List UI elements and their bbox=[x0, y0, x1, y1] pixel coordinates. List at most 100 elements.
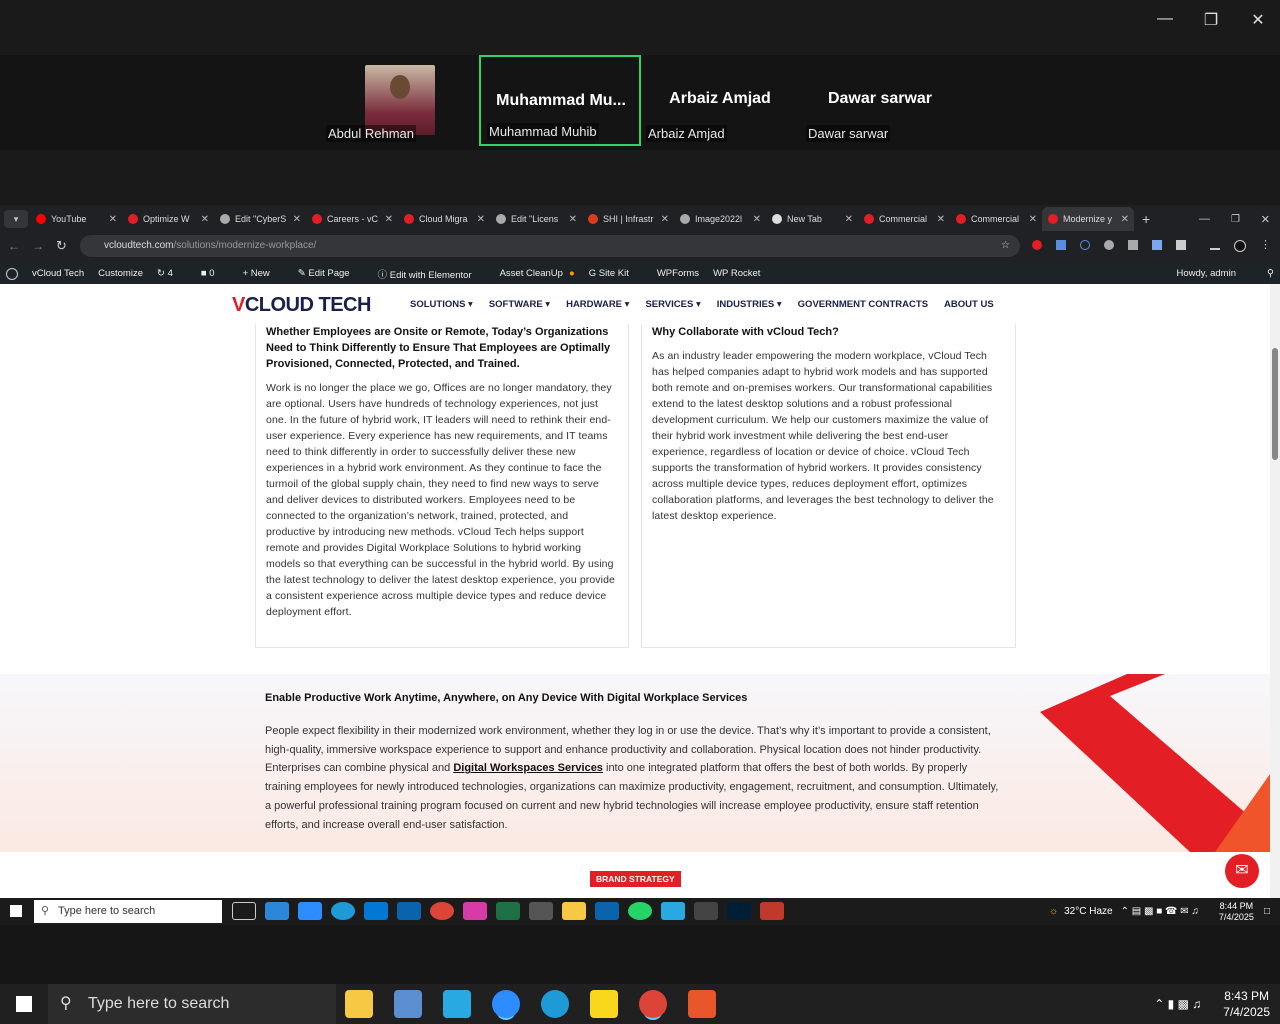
close-icon[interactable]: ✕ bbox=[1261, 213, 1270, 226]
menu-industries[interactable]: INDUSTRIES ▾ bbox=[717, 299, 782, 310]
zoom-app-icon[interactable] bbox=[492, 990, 520, 1018]
wp-bar-updates[interactable]: ↻ 4 bbox=[157, 268, 187, 279]
digital-workspaces-link[interactable]: Digital Workspaces Services bbox=[453, 762, 603, 774]
back-icon[interactable]: ← bbox=[8, 239, 20, 253]
app-icon[interactable] bbox=[394, 990, 422, 1018]
extension-icon[interactable] bbox=[1056, 240, 1066, 250]
photoshop-icon[interactable] bbox=[727, 902, 751, 920]
wordpress-icon[interactable] bbox=[6, 267, 18, 280]
wp-bar-wprocket[interactable]: WP Rocket bbox=[713, 268, 760, 279]
outlook-icon[interactable] bbox=[595, 902, 619, 920]
tab-close-icon[interactable]: ✕ bbox=[845, 214, 853, 225]
browser-tab[interactable]: Cloud Migra ✕ bbox=[398, 207, 490, 231]
browser-tab[interactable]: Modernize y ✕ bbox=[1042, 207, 1134, 231]
profile-avatar[interactable] bbox=[1234, 240, 1246, 252]
app-icon[interactable] bbox=[463, 902, 487, 920]
windows-start-icon[interactable] bbox=[10, 905, 22, 917]
close-icon[interactable]: ✕ bbox=[1243, 10, 1273, 30]
sticky-notes-icon[interactable] bbox=[590, 990, 618, 1018]
app-icon[interactable] bbox=[694, 902, 718, 920]
excel-icon[interactable] bbox=[496, 902, 520, 920]
menu-about-us[interactable]: ABOUT US bbox=[944, 299, 994, 310]
wp-bar-edit-page[interactable]: ✎ Edit Page bbox=[298, 268, 364, 279]
wp-bar-customize[interactable]: Customize bbox=[98, 268, 143, 279]
edge-icon[interactable] bbox=[541, 990, 569, 1018]
menu-solutions[interactable]: SOLUTIONS ▾ bbox=[410, 299, 473, 310]
browser-tab[interactable]: Image2022l ✕ bbox=[674, 207, 766, 231]
browser-tab[interactable]: Commercial ✕ bbox=[858, 207, 950, 231]
browser-tab[interactable]: Edit "Licens ✕ bbox=[490, 207, 582, 231]
tab-close-icon[interactable]: ✕ bbox=[569, 214, 577, 225]
forward-icon[interactable]: → bbox=[32, 239, 44, 253]
wp-bar-elementor[interactable]: ⓘ Edit with Elementor bbox=[378, 267, 486, 281]
copilot-icon[interactable] bbox=[265, 902, 289, 920]
menu-government-contracts[interactable]: GOVERNMENT CONTRACTS bbox=[798, 299, 928, 310]
clock[interactable]: 8:44 PM 7/4/2025 bbox=[1219, 901, 1254, 923]
whatsapp-icon[interactable] bbox=[628, 902, 652, 920]
clock[interactable]: 8:43 PM 7/4/2025 bbox=[1223, 988, 1270, 1020]
edge-icon[interactable] bbox=[331, 902, 355, 920]
app-icon[interactable] bbox=[688, 990, 716, 1018]
download-icon[interactable] bbox=[1210, 240, 1220, 250]
chrome-icon[interactable] bbox=[430, 902, 454, 920]
weather-text[interactable]: 32°C Haze bbox=[1064, 906, 1112, 917]
restore-icon[interactable]: ❐ bbox=[1196, 10, 1226, 30]
page-scrollbar[interactable] bbox=[1270, 284, 1280, 898]
tab-search-icon[interactable]: ▾ bbox=[4, 210, 28, 228]
file-explorer-icon[interactable] bbox=[562, 902, 586, 920]
tab-close-icon[interactable]: ✕ bbox=[1121, 214, 1129, 225]
tab-close-icon[interactable]: ✕ bbox=[385, 214, 393, 225]
browser-tab[interactable]: Commercial ✕ bbox=[950, 207, 1042, 231]
wp-bar-sitekit[interactable]: G Site Kit bbox=[589, 268, 643, 279]
extension-icon[interactable] bbox=[1152, 240, 1162, 250]
task-view-icon[interactable] bbox=[232, 902, 256, 920]
extension-icon[interactable] bbox=[1032, 240, 1042, 250]
app-icon[interactable] bbox=[661, 902, 685, 920]
notification-icon[interactable]: □ bbox=[1264, 906, 1270, 917]
tab-close-icon[interactable]: ✕ bbox=[661, 214, 669, 225]
browser-tab[interactable]: SHI | Infrastr ✕ bbox=[582, 207, 674, 231]
taskbar-search[interactable]: ⚲ Type here to search bbox=[34, 900, 222, 923]
file-explorer-icon[interactable] bbox=[345, 990, 373, 1018]
wp-bar-site[interactable]: vCloud Tech bbox=[32, 268, 84, 279]
tab-close-icon[interactable]: ✕ bbox=[1029, 214, 1037, 225]
wp-bar-comments[interactable]: ■ 0 bbox=[201, 268, 229, 279]
app-icon[interactable] bbox=[443, 990, 471, 1018]
new-tab-icon[interactable]: + bbox=[1142, 211, 1150, 227]
zoom-app-icon[interactable] bbox=[298, 902, 322, 920]
participant-tile[interactable]: Dawar sarwar Dawar sarwar bbox=[800, 55, 960, 146]
pen-app-icon[interactable] bbox=[529, 902, 553, 920]
extension-icon[interactable] bbox=[1104, 240, 1114, 250]
menu-hardware[interactable]: HARDWARE ▾ bbox=[566, 299, 629, 310]
menu-software[interactable]: SOFTWARE ▾ bbox=[489, 299, 550, 310]
reload-icon[interactable]: ↻ bbox=[56, 238, 67, 254]
extension-icon[interactable] bbox=[1080, 240, 1090, 250]
app-icon[interactable] bbox=[760, 902, 784, 920]
tray-icons[interactable]: ⌃ ▮ ▩ ♫ bbox=[1154, 997, 1201, 1011]
search-icon[interactable]: ⚲ bbox=[1267, 268, 1274, 279]
wp-bar-asset-cleanup[interactable]: Asset CleanUp bbox=[500, 268, 563, 279]
participant-tile[interactable]: Abdul Rehman bbox=[320, 55, 480, 146]
windows-start-icon[interactable] bbox=[16, 996, 32, 1012]
extensions-puzzle-icon[interactable] bbox=[1176, 240, 1186, 250]
menu-services[interactable]: SERVICES ▾ bbox=[645, 299, 700, 310]
site-logo[interactable]: VCLOUD TECH bbox=[232, 294, 371, 317]
bookmark-star-icon[interactable]: ☆ bbox=[1001, 235, 1010, 257]
tab-close-icon[interactable]: ✕ bbox=[201, 214, 209, 225]
menu-kebab-icon[interactable]: ⋮ bbox=[1260, 240, 1271, 252]
tray-icons[interactable]: ⌃ ▤ ▩ ■ ☎ ✉ ♫ bbox=[1121, 906, 1199, 917]
chrome-icon[interactable] bbox=[639, 990, 667, 1018]
vscode-icon[interactable] bbox=[364, 902, 388, 920]
outlook-icon[interactable] bbox=[397, 902, 421, 920]
browser-tab[interactable]: YouTube ✕ bbox=[30, 207, 122, 231]
wp-bar-howdy[interactable]: Howdy, admin bbox=[1177, 268, 1237, 279]
scrollbar-thumb[interactable] bbox=[1272, 348, 1278, 460]
address-bar[interactable]: vcloudtech.com/solutions/modernize-workp… bbox=[80, 235, 1020, 257]
browser-tab[interactable]: Edit "CyberS ✕ bbox=[214, 207, 306, 231]
browser-tab[interactable]: Careers - vC ✕ bbox=[306, 207, 398, 231]
tab-close-icon[interactable]: ✕ bbox=[937, 214, 945, 225]
participant-tile[interactable]: Arbaiz Amjad Arbaiz Amjad bbox=[640, 55, 800, 146]
minimize-icon[interactable]: — bbox=[1150, 10, 1180, 28]
restore-icon[interactable]: ❐ bbox=[1231, 214, 1240, 225]
brand-strategy-button[interactable]: BRAND STRATEGY bbox=[590, 871, 681, 887]
